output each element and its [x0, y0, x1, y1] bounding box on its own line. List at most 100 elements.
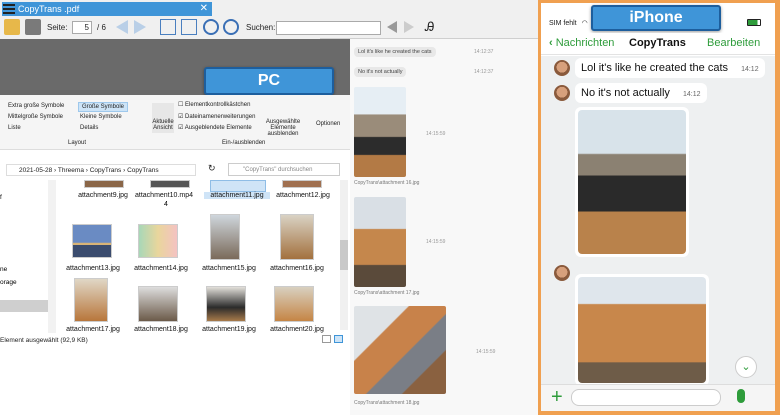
fit-width-icon[interactable] [181, 19, 197, 35]
chevron-down-icon: ⌄ [741, 361, 751, 373]
view-small[interactable]: Kleine Symbole [80, 114, 122, 120]
file-name[interactable]: attachment17.jpg [60, 326, 126, 333]
file-thumb[interactable] [138, 286, 178, 322]
options-button[interactable]: Optionen [316, 107, 340, 127]
view-details[interactable]: Details [80, 125, 98, 131]
file-name[interactable]: attachment10.mp4 [134, 192, 194, 199]
view-extra-large[interactable]: Extra große Symbole [8, 103, 64, 109]
view-list[interactable]: Liste [8, 125, 21, 131]
desk-message-2: No it's not actually [354, 67, 407, 77]
file-thumb[interactable] [74, 278, 108, 322]
prev-page-icon[interactable] [116, 20, 128, 34]
file-thumb[interactable] [72, 224, 112, 258]
refresh-icon[interactable]: ↻ [208, 163, 216, 174]
search-next-icon[interactable] [404, 21, 414, 33]
zoom-in-icon[interactable] [223, 19, 239, 35]
edit-button[interactable]: Bearbeiten [707, 37, 760, 49]
search-label: Suchen: [246, 23, 276, 32]
details-view-icon[interactable] [322, 335, 331, 343]
search-input[interactable] [276, 21, 381, 35]
phone-photo-2[interactable] [575, 274, 709, 386]
menu-icon[interactable] [3, 4, 15, 14]
file-name[interactable]: attachment15.jpg [196, 265, 262, 272]
view-large[interactable]: Große Symbole [78, 102, 129, 112]
microphone-icon[interactable] [737, 389, 745, 403]
nav-item-3[interactable]: orage [0, 279, 17, 286]
crumb-threema[interactable]: Threema [58, 167, 84, 174]
print-icon[interactable] [25, 19, 41, 35]
file-thumb[interactable] [150, 180, 190, 188]
file-name[interactable]: attachment9.jpg [70, 192, 136, 199]
file-name[interactable]: attachment20.jpg [264, 326, 330, 333]
file-name[interactable]: attachment12.jpg [270, 192, 336, 199]
folder-open-icon[interactable] [4, 19, 20, 35]
avatar [554, 60, 570, 76]
desk-photo-time-2: 14:15:59 [426, 239, 446, 245]
status-text: Element ausgewählt (92,9 KB) [0, 337, 88, 344]
explorer-bottom [0, 347, 350, 415]
phone-message-2: No it's not actually 14:12 [575, 83, 707, 103]
file-thumb[interactable] [84, 180, 124, 188]
next-page-icon[interactable] [134, 20, 146, 34]
crumb-date[interactable]: 2021-05-28 [19, 167, 52, 174]
file-name[interactable]: attachment18.jpg [128, 326, 194, 333]
page-total: / 6 [97, 23, 106, 32]
view-medium[interactable]: Mittelgroße Symbole [8, 114, 63, 120]
phone-photo-1-image [578, 110, 686, 254]
battery-icon [747, 19, 761, 26]
file-name[interactable]: attachment13.jpg [60, 265, 126, 272]
current-view-button[interactable]: Aktuelle Ansicht [152, 103, 174, 133]
pdf-tab-title: CopyTrans .pdf [18, 4, 80, 14]
checkbox-file-extensions[interactable]: ☑ Dateinamenerweiterungen [178, 113, 255, 120]
scroll-down-button[interactable]: ⌄ [735, 356, 757, 378]
message-input[interactable] [571, 389, 721, 406]
file-name[interactable]: attachment14.jpg [128, 265, 194, 272]
page-input[interactable]: 5 [72, 21, 92, 34]
fit-page-icon[interactable] [160, 19, 176, 35]
file-thumb[interactable] [210, 180, 266, 192]
explorer-ribbon: Extra große Symbole Mittelgroße Symbole … [0, 95, 350, 150]
iphone-badge: iPhone [591, 5, 721, 31]
file-name[interactable]: attachment16.jpg [264, 265, 330, 272]
checkbox-item-checkboxes[interactable]: ☐ Elementkontrollkästchen [178, 101, 250, 108]
file-thumb[interactable] [138, 224, 178, 258]
phone-photo-1[interactable] [575, 107, 689, 257]
close-icon[interactable]: ✕ [200, 2, 208, 16]
layout-group-label: Layout [68, 140, 87, 146]
hide-selected-button[interactable]: Ausgewählte Elemente ausblenden [255, 105, 311, 137]
pdf-tool-row: Seite: 5 / 6 Suchen: Ꭿ [0, 17, 434, 39]
pdf-tab[interactable]: CopyTrans .pdf ✕ [2, 2, 212, 16]
explorer-search-input[interactable]: "CopyTrans" durchsuchen [228, 163, 340, 176]
phone-message-2-text: No it's not actually [581, 87, 670, 99]
pc-badge: PC [204, 67, 334, 95]
page-label: Seite: [47, 23, 68, 32]
address-breadcrumb[interactable]: 2021-05-28 › Threema › CopyTrans › CopyT… [6, 164, 196, 176]
file-name-selected[interactable]: attachment11.jpg [204, 192, 270, 199]
translate-icon[interactable]: Ꭿ [425, 19, 434, 35]
avatar [554, 85, 570, 101]
nav-item-1[interactable]: f [0, 194, 2, 201]
nav-item-2[interactable]: ne [0, 266, 7, 273]
phone-status-bar: SIM fehlt ◠ [549, 19, 761, 27]
phone-navbar: ‹ Nachrichten CopyTrans Bearbeiten [541, 33, 775, 55]
large-icons-view-icon[interactable] [334, 335, 343, 343]
file-thumb[interactable] [280, 214, 314, 260]
file-thumb[interactable] [274, 286, 314, 322]
crumb-copytrans[interactable]: CopyTrans [90, 167, 122, 174]
explorer-statusbar: Element ausgewählt (92,9 KB) [0, 333, 350, 347]
file-thumb[interactable] [210, 214, 240, 260]
back-button[interactable]: ‹ Nachrichten [549, 37, 614, 49]
explorer-scrollbar[interactable] [340, 180, 348, 330]
file-name[interactable]: attachment19.jpg [196, 326, 262, 333]
plus-icon[interactable]: + [551, 386, 563, 408]
checkbox-hidden-items[interactable]: ☑ Ausgeblendete Elemente [178, 124, 252, 131]
crumb-copytrans-sub[interactable]: CopyTrans [127, 167, 159, 174]
checkbox-extensions-label: Dateinamenerweiterungen [185, 114, 256, 120]
phone-time-1: 14:12 [741, 66, 759, 73]
file-thumb[interactable] [206, 286, 246, 322]
zoom-out-icon[interactable] [203, 19, 219, 35]
view-small-label: Kleine Symbole [80, 114, 122, 120]
search-prev-icon[interactable] [387, 21, 397, 33]
nav-item-selected[interactable] [0, 300, 48, 312]
file-thumb[interactable] [282, 180, 322, 188]
